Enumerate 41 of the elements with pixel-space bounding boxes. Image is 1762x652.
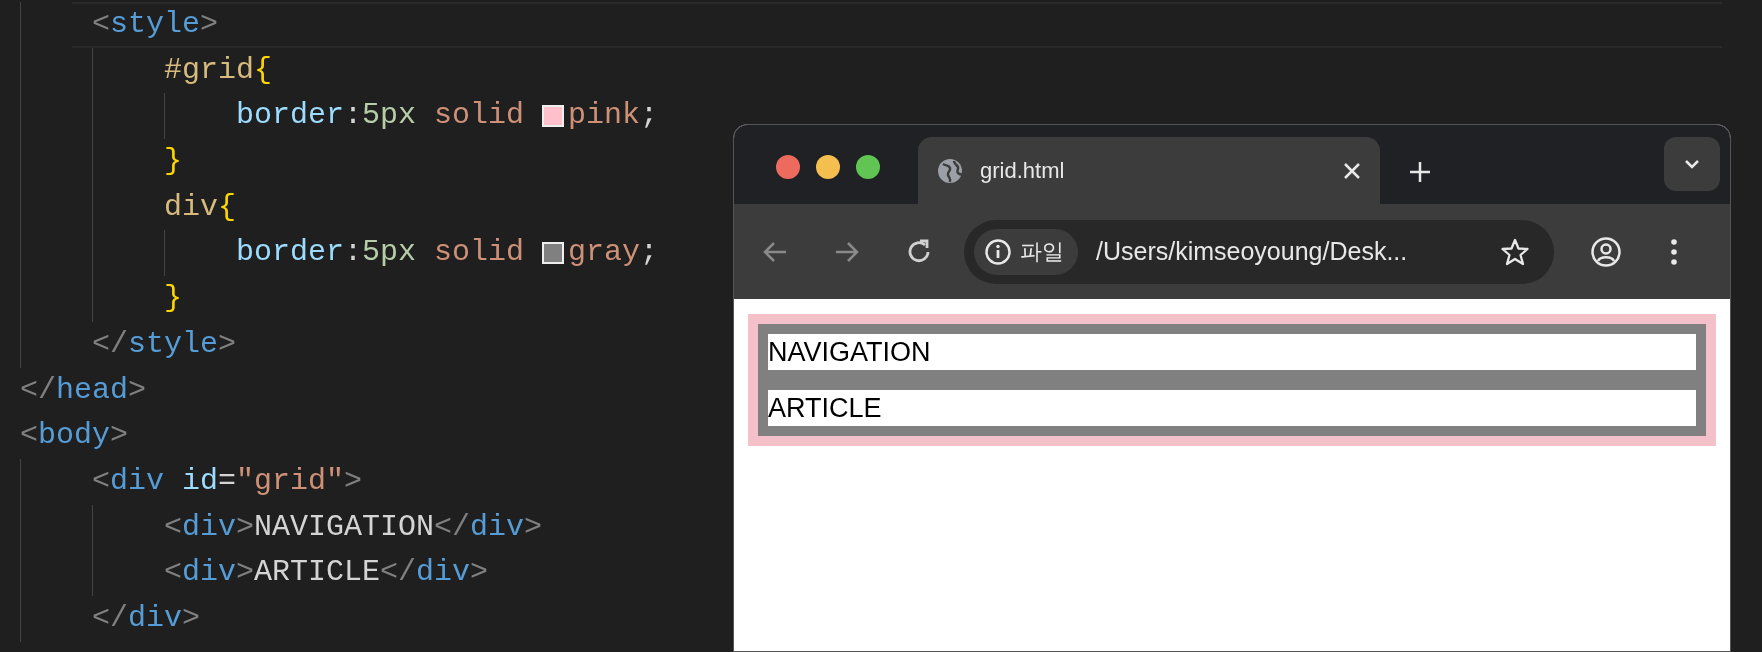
url-text: /Users/kimseoyoung/Desk...: [1096, 235, 1409, 267]
window-control-icon[interactable]: [776, 155, 800, 179]
new-tab-button[interactable]: [1408, 160, 1432, 184]
code-line: #grid{: [164, 51, 273, 89]
person-circle-icon: [1590, 235, 1622, 268]
page-block: NAVIGATION: [758, 324, 1706, 380]
info-icon: [984, 237, 1012, 266]
code-line: </head>: [20, 371, 147, 409]
code-text: border:5px solid: [236, 234, 526, 272]
chevron-down-icon: [1683, 158, 1701, 170]
code-line: <body>: [20, 417, 129, 455]
close-tab-button[interactable]: [1342, 160, 1362, 181]
tab-list-button[interactable]: [1664, 137, 1720, 191]
close-icon: [1342, 160, 1362, 181]
code-line: div{: [164, 188, 237, 226]
plus-icon: [1408, 160, 1432, 184]
code-line: <div>NAVIGATION</div>: [164, 508, 543, 546]
code-line: <div>ARTICLE</div>: [164, 554, 489, 592]
code-line: }: [164, 143, 182, 181]
star-icon: [1500, 236, 1530, 267]
code-line: <div id="grid">: [92, 462, 363, 500]
vertical-dots-icon: [1670, 236, 1678, 267]
code-line: </style>: [92, 325, 237, 363]
page-block: ARTICLE: [758, 380, 1706, 436]
profile-button[interactable]: [1590, 235, 1622, 268]
site-info-label: 파일: [1020, 238, 1064, 266]
code-line: </div>: [92, 599, 201, 637]
site-info-chip[interactable]: 파일: [974, 228, 1078, 275]
address-bar[interactable]: 파일 /Users/kimseoyoung/Desk...: [964, 219, 1554, 284]
menu-button[interactable]: [1670, 236, 1678, 267]
code-line: <style>: [92, 6, 219, 43]
code-text: border:5px solid: [236, 97, 526, 135]
code-line: }: [164, 280, 182, 318]
code-text: pink;: [568, 97, 659, 135]
code-text: gray;: [568, 234, 659, 272]
bookmark-star-button[interactable]: [1500, 236, 1530, 267]
window-control-icon[interactable]: [856, 155, 880, 179]
browser-tab[interactable]: grid.html: [918, 137, 1380, 204]
globe-icon: [936, 156, 964, 185]
window-control-icon[interactable]: [816, 155, 840, 179]
tab-title: grid.html: [980, 157, 1066, 185]
